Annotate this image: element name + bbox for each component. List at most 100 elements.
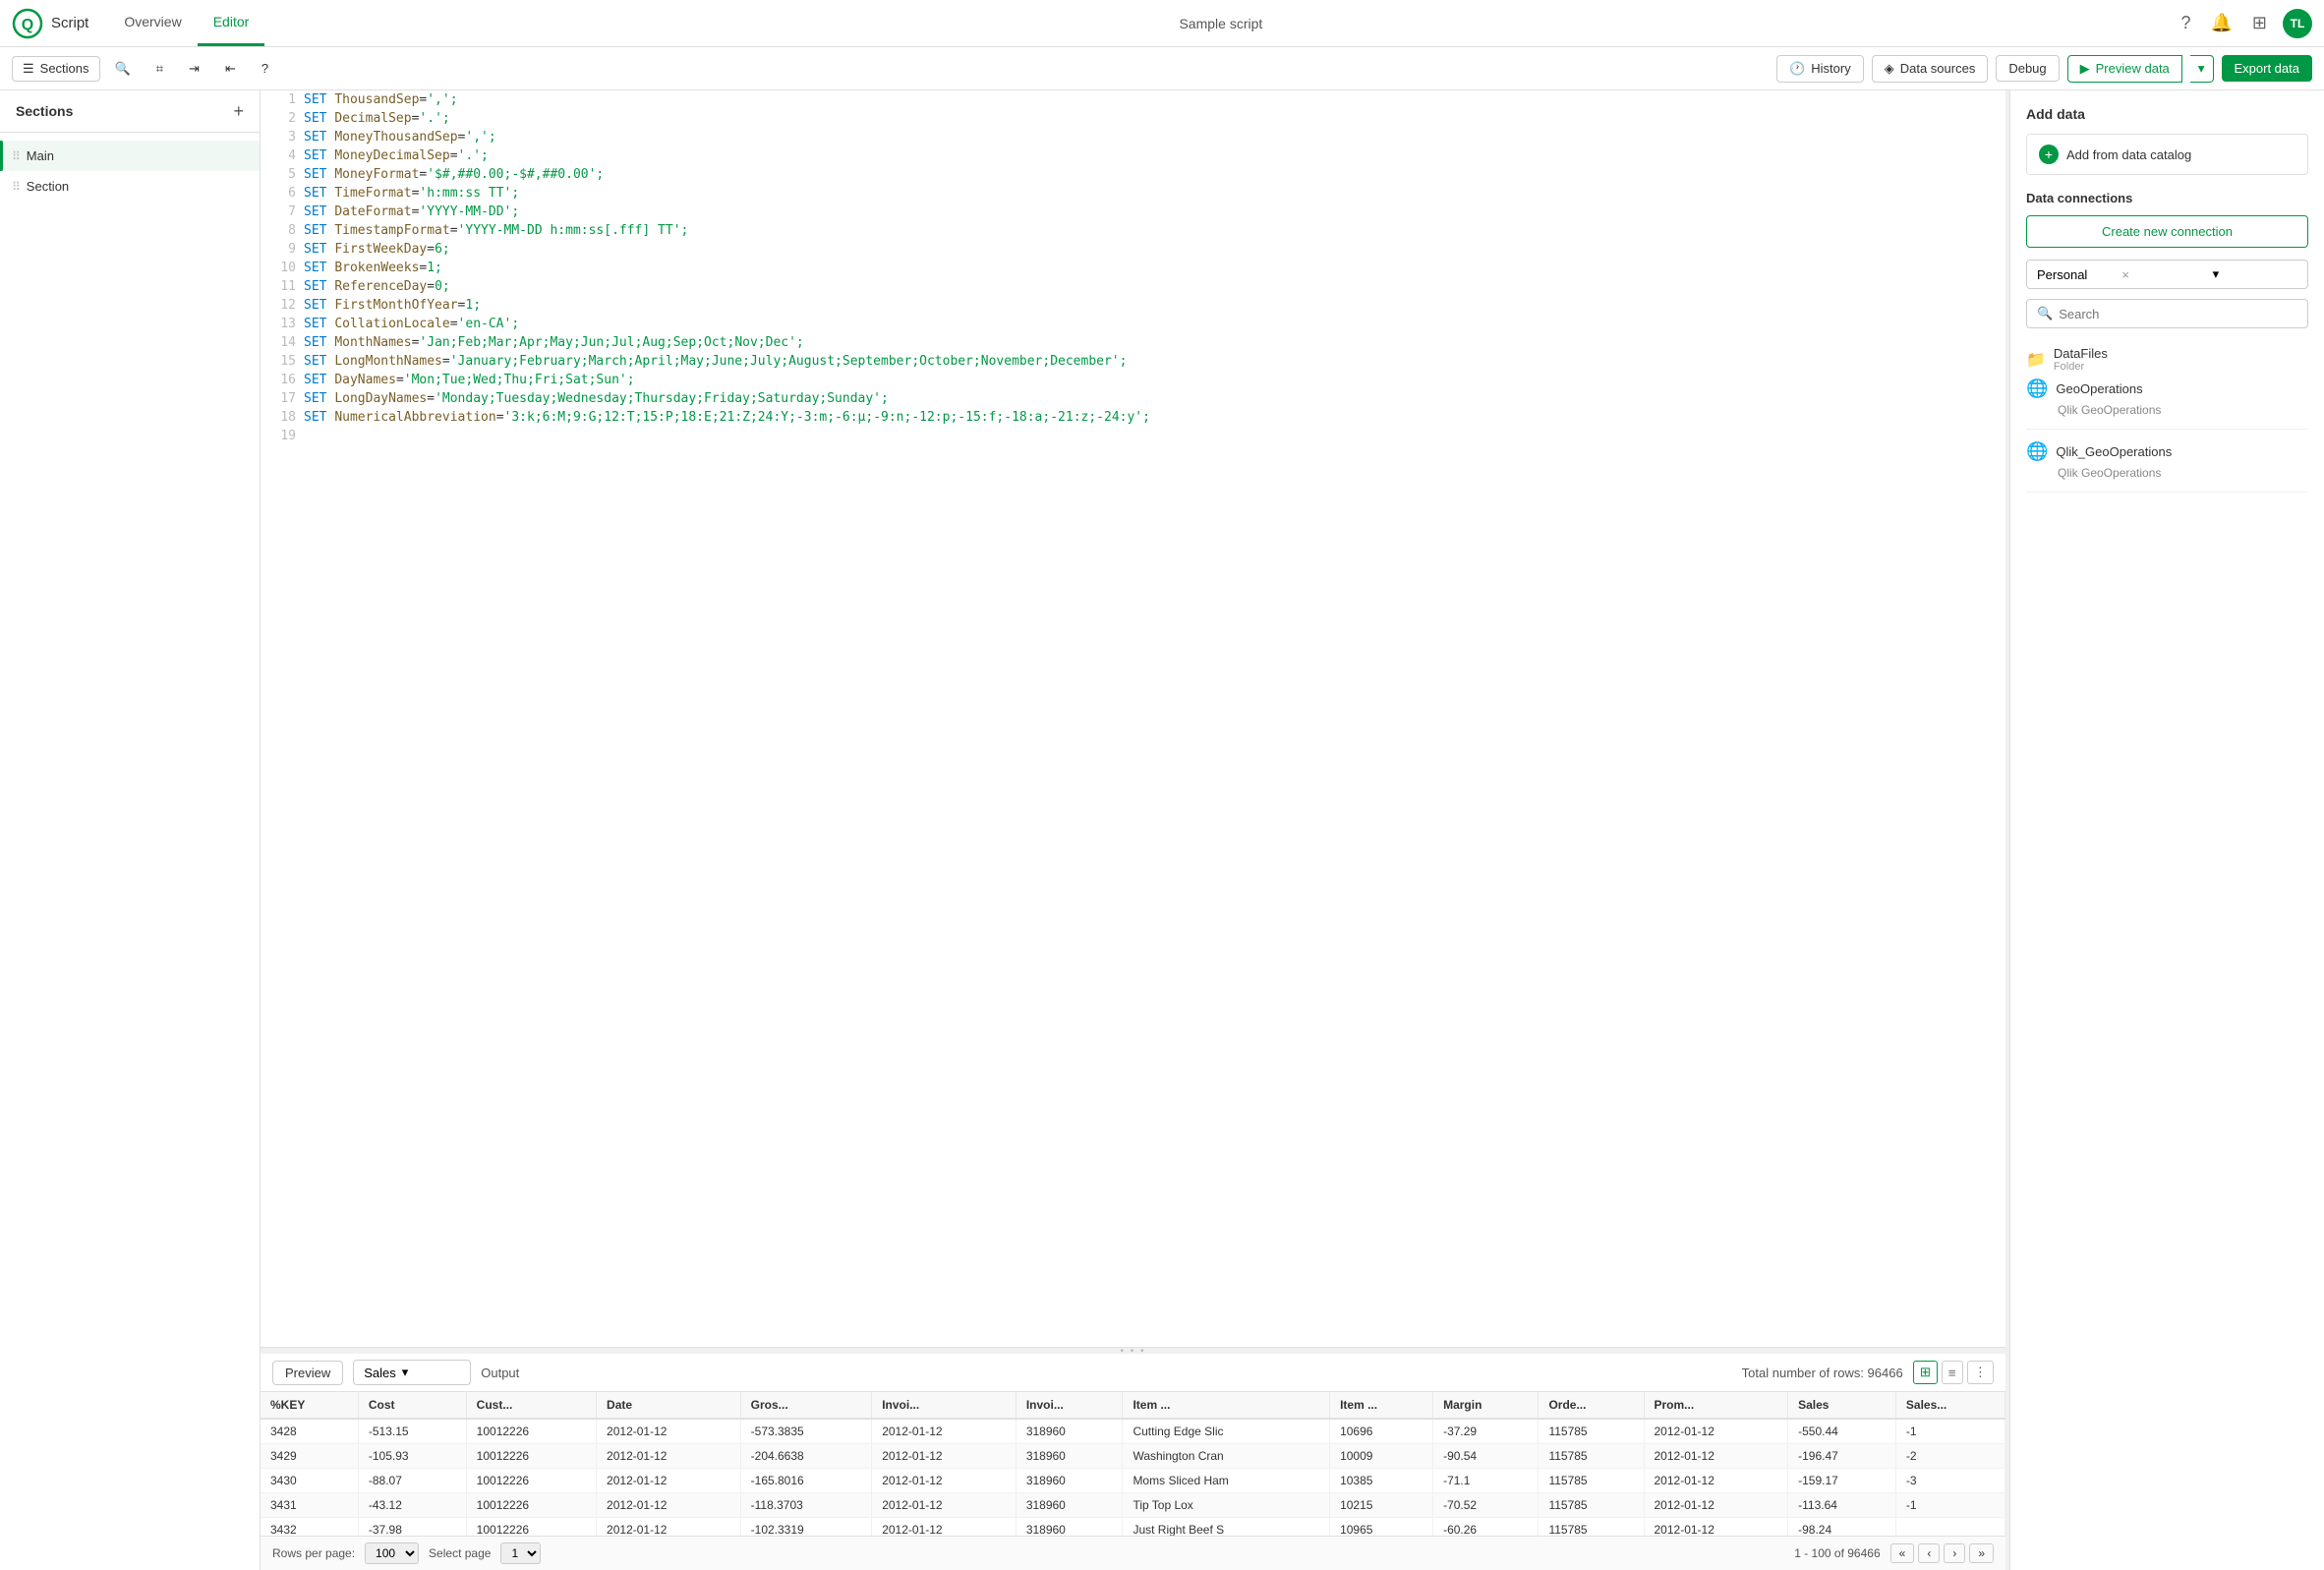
connection-item[interactable]: 🌐 GeoOperations Qlik GeoOperations <box>2026 378 2308 430</box>
line-number: 15 <box>261 352 300 371</box>
sidebar-item-label: Section <box>27 179 248 194</box>
outdent-button[interactable]: ⇤ <box>214 56 247 82</box>
table-header-cell[interactable]: Cost <box>358 1392 466 1419</box>
rows-per-page-select[interactable]: 100 50 25 <box>365 1542 419 1564</box>
prev-page-button[interactable]: ‹ <box>1918 1543 1940 1563</box>
page-select[interactable]: 1 <box>500 1542 541 1564</box>
sidebar-header: Sections + <box>0 90 260 133</box>
total-rows: Total number of rows: 96466 <box>1742 1366 1903 1380</box>
dropdown-arrow-icon: ▾ <box>2213 266 2297 282</box>
code-table: 1SET ThousandSep=',';2SET DecimalSep='.'… <box>261 90 2005 445</box>
table-cell: 10012226 <box>466 1444 596 1469</box>
create-connection-button[interactable]: Create new connection <box>2026 215 2308 248</box>
table-cell: 10696 <box>1330 1419 1433 1444</box>
line-number: 11 <box>261 277 300 296</box>
help-icon[interactable]: ? <box>2177 9 2194 37</box>
table-header-cell[interactable]: Prom... <box>1644 1392 1788 1419</box>
line-content <box>300 427 2005 445</box>
table-cell: 10965 <box>1330 1518 1433 1537</box>
preview-tab-button[interactable]: Preview <box>272 1361 343 1385</box>
first-page-button[interactable]: « <box>1890 1543 1915 1563</box>
search-button[interactable]: 🔍 <box>104 56 142 82</box>
sidebar-item-main[interactable]: ⠿ Main 🗑 <box>0 141 260 171</box>
table-cell: -43.12 <box>358 1493 466 1518</box>
grid-icon[interactable]: ⊞ <box>2248 9 2271 37</box>
table-cell: 10385 <box>1330 1469 1433 1493</box>
table-header-cell[interactable]: Item ... <box>1123 1392 1330 1419</box>
indent-button[interactable]: ⇥ <box>178 56 210 82</box>
table-cell: Cutting Edge Slic <box>1123 1419 1330 1444</box>
export-data-button[interactable]: Export data <box>2222 55 2313 82</box>
personal-dropdown-label: Personal <box>2037 267 2121 282</box>
sidebar-item-section[interactable]: ⠿ Section 🗑 <box>0 171 260 202</box>
table-cell: 318960 <box>1016 1419 1123 1444</box>
table-cell: Tip Top Lox <box>1123 1493 1330 1518</box>
table-cell: 2012-01-12 <box>1644 1518 1788 1537</box>
data-sources-button[interactable]: ◈ Data sources <box>1872 55 1989 83</box>
data-table-wrapper[interactable]: %KEYCostCust...DateGros...Invoi...Invoi.… <box>261 1392 2005 1536</box>
table-header-cell[interactable]: Margin <box>1433 1392 1539 1419</box>
comment-button[interactable]: ⌗ <box>145 56 174 82</box>
help-button[interactable]: ? <box>251 56 279 81</box>
code-line: 4SET MoneyDecimalSep='.'; <box>261 146 2005 165</box>
preview-data-arrow[interactable]: ▾ <box>2190 55 2214 83</box>
table-header-cell[interactable]: Sales... <box>1895 1392 2004 1419</box>
table-cell: 2012-01-12 <box>597 1419 741 1444</box>
table-header-cell[interactable]: Invoi... <box>872 1392 1017 1419</box>
script-title: Sample script <box>1179 16 1262 31</box>
datafiles-folder[interactable]: 📁 DataFiles Folder <box>2026 340 2308 378</box>
avatar[interactable]: TL <box>2283 9 2312 38</box>
list-view-button[interactable]: ≡ <box>1942 1361 1963 1384</box>
search-input[interactable] <box>2059 307 2297 321</box>
table-cell: 2012-01-12 <box>872 1444 1017 1469</box>
table-header-cell[interactable]: Date <box>597 1392 741 1419</box>
debug-button[interactable]: Debug <box>1996 55 2059 82</box>
table-header-cell[interactable]: Gros... <box>740 1392 872 1419</box>
next-page-button[interactable]: › <box>1944 1543 1965 1563</box>
sections-toggle-button[interactable]: ☰ Sections <box>12 56 100 82</box>
table-row: 3431-43.12100122262012-01-12-118.3703201… <box>261 1493 2005 1518</box>
code-line: 6SET TimeFormat='h:mm:ss TT'; <box>261 184 2005 203</box>
last-page-button[interactable]: » <box>1969 1543 1994 1563</box>
column-view-button[interactable]: ⋮ <box>1967 1361 1994 1384</box>
bell-icon[interactable]: 🔔 <box>2206 9 2236 37</box>
code-editor[interactable]: 1SET ThousandSep=',';2SET DecimalSep='.'… <box>261 90 2005 1348</box>
line-number: 19 <box>261 427 300 445</box>
table-cell: -60.26 <box>1433 1518 1539 1537</box>
table-header-cell[interactable]: Cust... <box>466 1392 596 1419</box>
table-header-cell[interactable]: Sales <box>1788 1392 1896 1419</box>
sales-dropdown[interactable]: Sales ▾ <box>353 1360 471 1385</box>
table-cell: -118.3703 <box>740 1493 872 1518</box>
nav-overview[interactable]: Overview <box>108 0 197 46</box>
personal-dropdown[interactable]: Personal × ▾ <box>2026 260 2308 289</box>
pagination-nav: « ‹ › » <box>1890 1543 1994 1563</box>
nav-editor[interactable]: Editor <box>198 0 265 46</box>
line-number: 6 <box>261 184 300 203</box>
table-header-cell[interactable]: Orde... <box>1539 1392 1644 1419</box>
dropdown-clear-icon[interactable]: × <box>2121 267 2206 282</box>
table-header-cell[interactable]: Invoi... <box>1016 1392 1123 1419</box>
line-number: 10 <box>261 259 300 277</box>
sidebar: Sections + ⠿ Main 🗑 ⠿ Section 🗑 <box>0 90 261 1570</box>
table-header-cell[interactable]: Item ... <box>1330 1392 1433 1419</box>
table-header-cell[interactable]: %KEY <box>261 1392 358 1419</box>
grid-view-button[interactable]: ⊞ <box>1913 1361 1938 1384</box>
preview-data-button[interactable]: ▶ Preview data <box>2067 55 2182 83</box>
code-line: 1SET ThousandSep=','; <box>261 90 2005 109</box>
line-content: SET ThousandSep=','; <box>300 90 2005 109</box>
table-cell: -90.54 <box>1433 1444 1539 1469</box>
table-cell: -513.15 <box>358 1419 466 1444</box>
line-number: 9 <box>261 240 300 259</box>
table-cell: 318960 <box>1016 1493 1123 1518</box>
history-button[interactable]: 🕐 History <box>1776 55 1864 83</box>
bottom-toolbar: Preview Sales ▾ Output Total number of r… <box>261 1354 2005 1392</box>
line-number: 4 <box>261 146 300 165</box>
nav-links: Overview Editor <box>108 0 264 46</box>
add-section-button[interactable]: + <box>233 102 244 120</box>
line-content: SET DayNames='Mon;Tue;Wed;Thu;Fri;Sat;Su… <box>300 371 2005 389</box>
table-cell: Washington Cran <box>1123 1444 1330 1469</box>
add-from-catalog-button[interactable]: + Add from data catalog <box>2026 134 2308 175</box>
search-box: 🔍 <box>2026 299 2308 328</box>
connection-item[interactable]: 🌐 Qlik_GeoOperations Qlik GeoOperations <box>2026 441 2308 493</box>
table-cell: -573.3835 <box>740 1419 872 1444</box>
